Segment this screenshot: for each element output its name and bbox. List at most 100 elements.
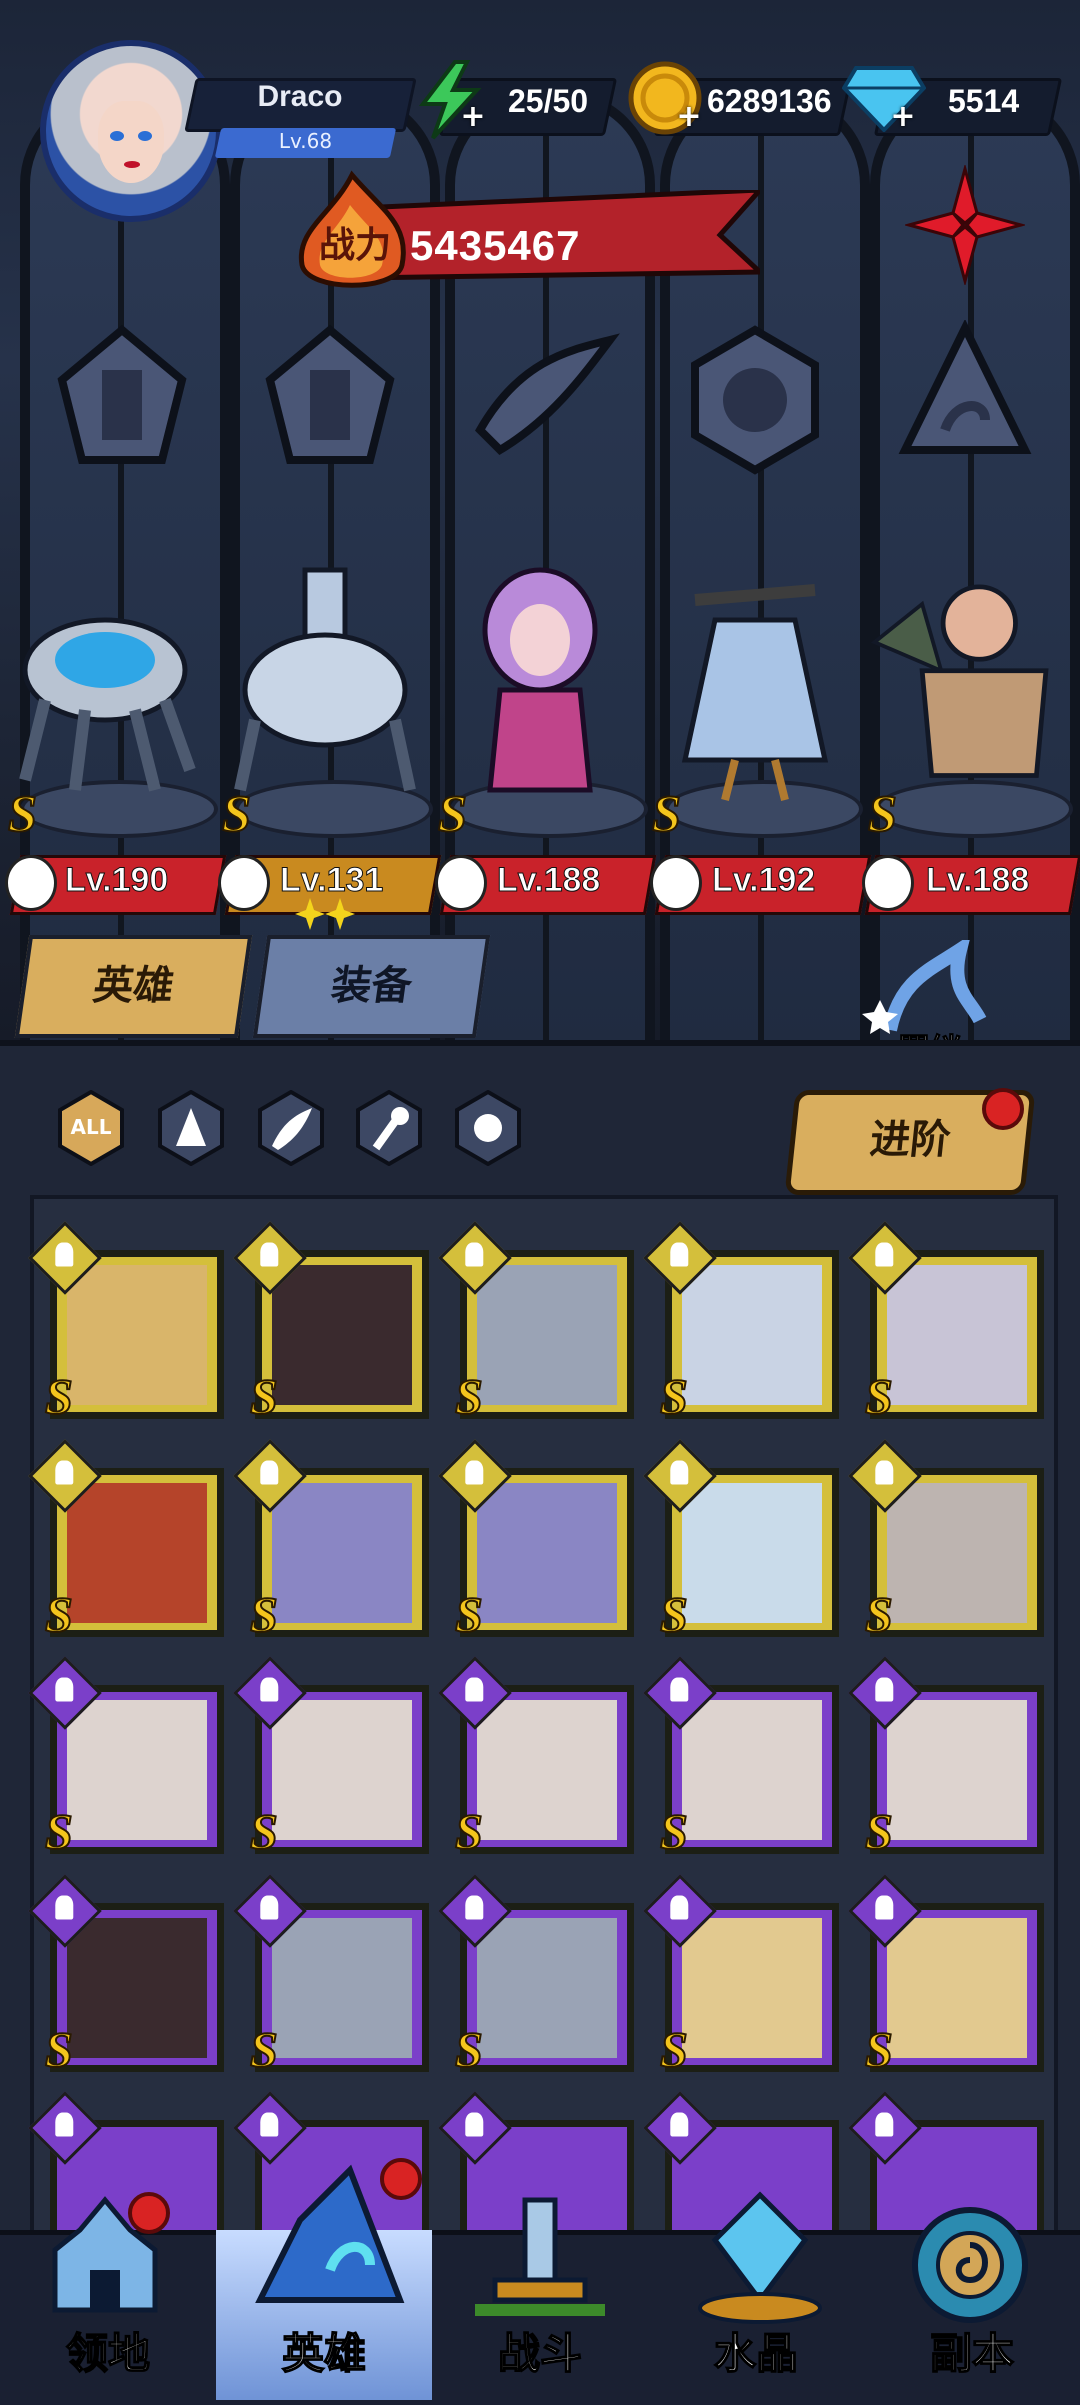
rank-badge: S — [864, 1585, 894, 1643]
hero-card[interactable]: S — [643, 1221, 839, 1425]
power-label: 战力 — [318, 225, 391, 266]
rank-badge: S — [7, 785, 38, 844]
add-energy-icon[interactable]: + — [460, 102, 486, 132]
lineup-hero-4[interactable] — [655, 560, 855, 810]
hero-card[interactable]: S — [28, 1221, 224, 1425]
hero-portrait — [682, 1483, 822, 1623]
hero-portrait — [67, 1700, 207, 1840]
rank-badge: S — [44, 2020, 74, 2078]
hero-portrait — [682, 1918, 822, 2058]
rank-badge: S — [44, 1802, 74, 1860]
hero-portrait — [272, 1265, 412, 1405]
rank-badge: S — [867, 785, 898, 844]
hero-portrait — [887, 1700, 1027, 1840]
hero-card[interactable]: S — [233, 1439, 429, 1643]
rank-badge: S — [454, 1367, 484, 1425]
lineup-hero-5[interactable] — [865, 560, 1065, 810]
rank-badge: S — [864, 2020, 894, 2078]
player-level: Lv.68 — [278, 129, 333, 153]
hero-card[interactable]: S — [233, 1656, 429, 1860]
crystal-icon — [698, 2191, 822, 2324]
mage-class-icon — [862, 855, 914, 911]
notification-dot — [380, 2158, 422, 2200]
hero-portrait — [477, 1918, 617, 2058]
hero-level: Lv.190 — [64, 861, 169, 900]
lineup-hero-1[interactable] — [5, 560, 205, 810]
tab-equipment[interactable]: 装备 — [252, 935, 491, 1038]
hero-card[interactable]: S — [28, 1656, 224, 1860]
rank-badge: S — [659, 2020, 689, 2078]
hero-portrait — [477, 1265, 617, 1405]
hero-card[interactable]: S — [438, 1656, 634, 1860]
filter-wrench-icon[interactable] — [356, 1090, 422, 1166]
nav-crystal-label: 水晶 — [713, 2328, 799, 2379]
hero-card[interactable]: S — [643, 1439, 839, 1643]
mage-class-emblem-icon — [898, 320, 1032, 454]
beast-class-icon — [650, 855, 702, 911]
wrench-class-emblem-icon — [57, 324, 187, 464]
hero-portrait — [477, 1700, 617, 1840]
power-value: 5435467 — [410, 222, 581, 269]
hero-card[interactable]: S — [28, 1439, 224, 1643]
hero-card[interactable]: S — [438, 1874, 634, 2078]
rank-badge: S — [454, 1585, 484, 1643]
hero-portrait — [682, 1700, 822, 1840]
hero-portrait — [272, 1700, 412, 1840]
rank-badge: S — [249, 1585, 279, 1643]
tab-heroes[interactable]: 英雄 — [14, 935, 253, 1038]
rank-badge: S — [454, 2020, 484, 2078]
sword-icon — [475, 2197, 605, 2316]
nav-battle-label: 战斗 — [497, 2328, 583, 2379]
rank-badge: S — [864, 1367, 894, 1425]
energy-value: 25/50 — [508, 83, 589, 119]
hero-card[interactable]: S — [848, 1439, 1044, 1643]
rank-badge: S — [249, 2020, 279, 2078]
filter-mage-icon[interactable] — [158, 1090, 224, 1166]
lineup-hero-2[interactable] — [225, 560, 425, 810]
rank-badge: S — [659, 1367, 689, 1425]
rank-badge: S — [249, 1367, 279, 1425]
filter-beast-icon[interactable] — [455, 1090, 521, 1166]
wrench-class-icon — [5, 855, 57, 911]
filter-all-label: ALL — [70, 1115, 112, 1139]
hero-portrait — [272, 1918, 412, 2058]
hero-portrait — [272, 1483, 412, 1623]
nav-heroes-label: 英雄 — [281, 2328, 367, 2379]
hero-portrait — [887, 1483, 1027, 1623]
rank-badge: S — [454, 1802, 484, 1860]
rank-badge: S — [437, 785, 468, 844]
hero-card[interactable]: S — [233, 1874, 429, 2078]
hero-card[interactable]: S — [643, 1874, 839, 2078]
hero-card[interactable]: S — [28, 1874, 224, 2078]
nav-dungeon-label: 副本 — [929, 2328, 1015, 2379]
hero-card[interactable]: S — [848, 1874, 1044, 2078]
hero-level: Lv.192 — [711, 861, 816, 900]
hero-card[interactable]: S — [438, 1439, 634, 1643]
hero-card[interactable]: S — [233, 1221, 429, 1425]
wing-class-icon — [435, 855, 487, 911]
add-gold-icon[interactable]: + — [676, 102, 702, 132]
rank-badge: S — [659, 1802, 689, 1860]
rank-badge: S — [44, 1585, 74, 1643]
hero-card[interactable]: S — [848, 1656, 1044, 1860]
hero-card[interactable]: S — [438, 1221, 634, 1425]
rank-badge: S — [44, 1367, 74, 1425]
hero-portrait — [67, 1483, 207, 1623]
hero-portrait — [477, 1483, 617, 1623]
hero-level: Lv.188 — [925, 861, 1030, 900]
nav-territory-label: 领地 — [65, 2328, 151, 2379]
hero-portrait — [67, 1918, 207, 2058]
gem-value: 5514 — [948, 83, 1020, 119]
hero-card[interactable]: S — [643, 1656, 839, 1860]
hero-portrait — [682, 1265, 822, 1405]
hero-card[interactable]: S — [848, 1221, 1044, 1425]
add-gem-icon[interactable]: + — [890, 102, 916, 132]
hero-portrait — [67, 1265, 207, 1405]
hero-level: Lv.131 — [279, 861, 384, 900]
rank-badge: S — [659, 1585, 689, 1643]
filter-wing-icon[interactable] — [258, 1090, 324, 1166]
gold-value: 6289136 — [707, 83, 832, 119]
lineup-hero-3[interactable] — [440, 560, 640, 810]
avatar-face — [98, 101, 164, 183]
shuriken-menu-icon[interactable] — [905, 165, 1025, 285]
